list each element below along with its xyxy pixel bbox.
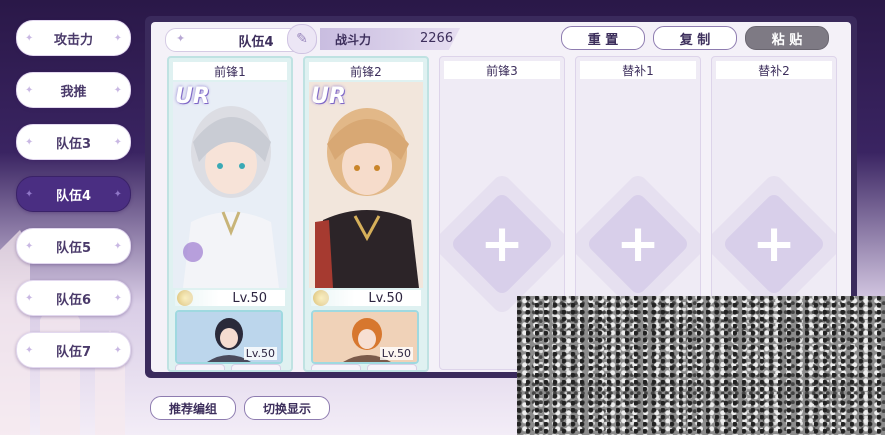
obscured-region [517,296,885,435]
copy-button[interactable]: 复 制 [653,26,737,50]
slot-label: 前锋2 [309,62,423,80]
support-card[interactable]: Lv.50 [311,310,419,364]
toggle-display-button[interactable]: 切换显示 [244,396,330,420]
sparkle-icon: ✦ [25,240,34,252]
sidebar-item-team4[interactable]: ✦ 队伍4 ✦ [16,176,131,212]
fist-icon[interactable]: ✊ [175,364,225,370]
recommend-button[interactable]: 推荐编组 [150,396,236,420]
support-card[interactable]: Lv.50 [175,310,283,364]
sidebar-item-team7[interactable]: ✦ 队伍7 ✦ [16,332,131,368]
plus-icon[interactable]: + [751,218,797,270]
character-art [309,82,423,288]
character-portrait[interactable]: UR [173,82,287,288]
team-name: 队伍4 [238,34,274,50]
rarity-badge: UR [175,84,210,109]
power-label: 战斗力 [335,33,372,47]
sparkle-icon: ✦ [113,188,122,200]
slot-label: 前锋1 [173,62,287,80]
slot-forward-2[interactable]: 前锋2 UR Lv.50 Lv.50 ✊ 🔓︎ [303,56,429,372]
sparkle-icon: ✦ [113,240,122,252]
power-value: 2266 [420,31,454,46]
sparkle-icon: ✦ [25,292,34,304]
support-level: Lv.50 [379,347,413,360]
slot-label: 替补2 [716,61,832,79]
sparkle-icon: ✦ [25,188,34,200]
reset-button[interactable]: 重 置 [561,26,645,50]
sidebar-item-attack[interactable]: ✦ 攻击力 ✦ [16,20,131,56]
sparkle-icon: ✦ [113,136,122,148]
sparkle-icon: ✦ [25,84,34,96]
sparkle-icon: ✦ [113,292,122,304]
sidebar-item-favorite[interactable]: ✦ 我推 ✦ [16,72,131,108]
slot-forward-1[interactable]: 前锋1 UR Lv.50 Lv.50 ✊ 🔓︎ [167,56,293,372]
sidebar-item-team3[interactable]: ✦ 队伍3 ✦ [16,124,131,160]
sidebar-item-team6[interactable]: ✦ 队伍6 ✦ [16,280,131,316]
sparkle-icon: ✦ [25,344,34,356]
feather-icon[interactable]: ✎ [287,24,317,54]
sparkle-icon: ✦ [113,32,122,44]
lock-icon[interactable]: 🔓︎ [231,364,281,370]
plus-icon[interactable]: + [479,218,525,270]
level-label: Lv.50 [175,290,285,306]
sparkle-icon: ✦ [113,84,122,96]
lock-icon[interactable]: 🔓︎ [367,364,417,370]
sparkle-icon: ✦ [113,344,122,356]
character-art [173,82,287,288]
rarity-badge: UR [311,84,346,109]
sparkle-icon: ✦ [176,32,186,45]
sparkle-icon: ✦ [25,32,34,44]
plus-icon[interactable]: + [615,218,661,270]
sidebar-item-team5[interactable]: ✦ 队伍5 ✦ [16,228,131,264]
slot-label: 前锋3 [444,61,560,79]
paste-button[interactable]: 粘 贴 [745,26,829,50]
fist-icon[interactable]: ✊ [311,364,361,370]
slot-label: 替补1 [580,61,696,79]
level-label: Lv.50 [311,290,421,306]
character-portrait[interactable]: UR [309,82,423,288]
support-level: Lv.50 [243,347,277,360]
sparkle-icon: ✦ [25,136,34,148]
